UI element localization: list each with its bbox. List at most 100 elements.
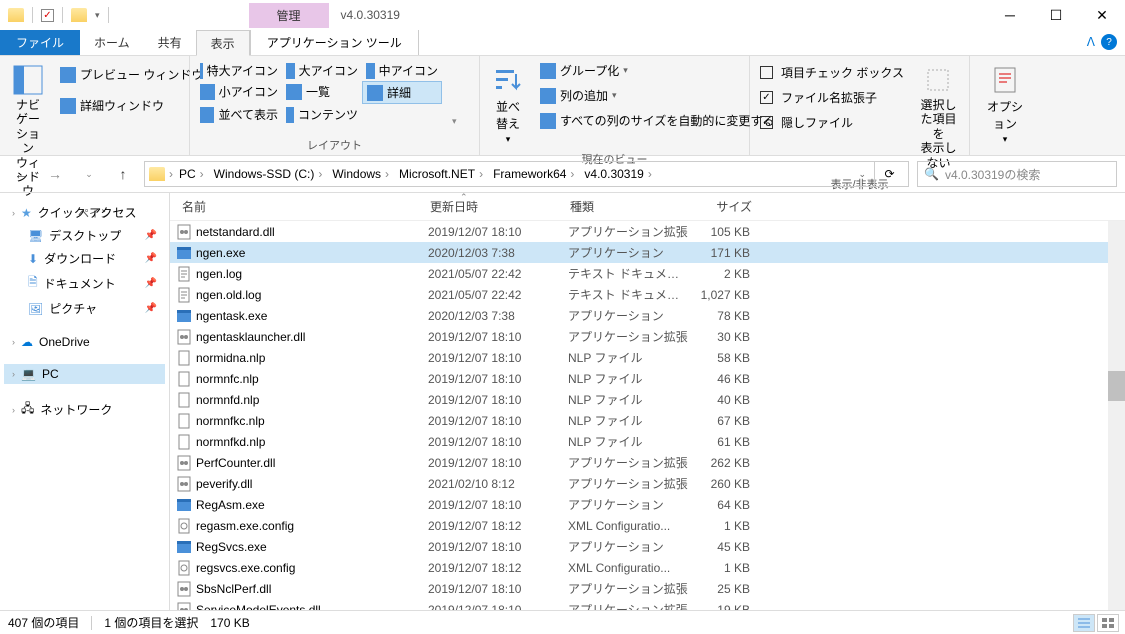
file-row[interactable]: regsvcs.exe.config2019/12/07 18:12XML Co… [170,557,1125,578]
hidden-files-toggle[interactable]: ✓隠しファイル [756,112,908,133]
tab-share[interactable]: 共有 [144,30,196,55]
breadcrumb-dropdown-icon[interactable]: ⌄ [852,169,872,180]
view-tiles[interactable]: 並べて表示 [196,104,282,125]
qat-checkbox-icon[interactable]: ✓ [41,9,54,22]
breadcrumb-item[interactable]: Framework64› [489,167,578,181]
group-by-button[interactable]: グループ化 ▾ [536,60,778,81]
breadcrumb-item[interactable]: Windows-SSD (C:)› [210,167,327,181]
breadcrumb[interactable]: › PC› Windows-SSD (C:)› Windows› Microso… [144,161,909,187]
size-columns-button[interactable]: すべての列のサイズを自動的に変更する [536,110,778,131]
sidebar-item-documents[interactable]: 🗎ドキュメント📌 [4,270,165,297]
file-size: 30 KB [688,330,758,344]
file-date: 2019/12/07 18:10 [428,540,568,554]
file-type-icon [176,518,192,534]
file-row[interactable]: normnfd.nlp2019/12/07 18:10NLP ファイル40 KB [170,389,1125,410]
search-input[interactable]: 🔍 v4.0.30319の検索 [917,161,1117,187]
file-row[interactable]: ngen.log2021/05/07 22:42テキスト ドキュメント2 KB [170,263,1125,284]
breadcrumb-item[interactable]: Microsoft.NET› [395,167,487,181]
view-s-icons[interactable]: 小アイコン [196,81,282,102]
view-content[interactable]: コンテンツ [282,104,362,125]
file-row[interactable]: RegAsm.exe2019/12/07 18:10アプリケーション64 KB [170,494,1125,515]
chevron-right-icon: › [12,369,15,379]
file-row[interactable]: netstandard.dll2019/12/07 18:10アプリケーション拡… [170,221,1125,242]
sort-indicator-icon: ⌃ [460,193,468,203]
file-name: ngentask.exe [196,309,428,323]
chevron-right-icon[interactable]: › [169,167,173,181]
close-button[interactable]: ✕ [1079,0,1125,30]
sidebar-item-pc[interactable]: ›💻PC [4,364,165,384]
file-row[interactable]: peverify.dll2021/02/10 8:12アプリケーション拡張260… [170,473,1125,494]
pictures-icon: 🖼 [28,302,43,316]
sidebar-item-network[interactable]: ›🖧ネットワーク [4,396,165,423]
view-m-icons[interactable]: 中アイコン [362,60,442,81]
view-details[interactable]: 詳細 [362,81,442,104]
file-row[interactable]: RegSvcs.exe2019/12/07 18:10アプリケーション45 KB [170,536,1125,557]
breadcrumb-item[interactable]: v4.0.30319› [580,167,655,181]
tiles-icon [200,107,214,123]
details-pane-button[interactable]: 詳細ウィンドウ [56,95,207,116]
breadcrumb-item[interactable]: Windows› [328,167,393,181]
desktop-icon: 🖥 [28,229,43,243]
nav-forward-button[interactable]: → [42,161,68,187]
preview-pane-button[interactable]: プレビュー ウィンドウ [56,64,207,85]
sort-button[interactable]: 並べ替え▾ [486,60,530,149]
file-row[interactable]: regasm.exe.config2019/12/07 18:12XML Con… [170,515,1125,536]
nav-recent-button[interactable]: ⌄ [76,161,102,187]
column-header-date[interactable]: 更新日時 [430,198,570,215]
file-size: 2 KB [688,267,758,281]
tab-file[interactable]: ファイル [0,30,80,55]
file-row[interactable]: ngentasklauncher.dll2019/12/07 18:10アプリケ… [170,326,1125,347]
nav-back-button[interactable]: ← [8,161,34,187]
pin-icon: 📌 [145,230,157,241]
hide-selected-button[interactable]: 選択した項目を 表示しない [914,60,963,174]
collapse-ribbon-icon[interactable]: ᐱ [1087,35,1095,49]
file-row[interactable]: ngen.exe2020/12/03 7:38アプリケーション171 KB [170,242,1125,263]
tab-home[interactable]: ホーム [80,30,144,55]
view-mode-icons-button[interactable] [1097,614,1119,632]
sidebar-item-onedrive[interactable]: ›☁OneDrive [4,332,165,352]
column-header-size[interactable]: サイズ [690,198,760,215]
file-row[interactable]: ngentask.exe2020/12/03 7:38アプリケーション78 KB [170,305,1125,326]
nav-up-button[interactable]: ↑ [110,161,136,187]
column-header-name[interactable]: 名前 [170,198,430,215]
tab-app-tools[interactable]: アプリケーション ツール [250,30,419,55]
file-row[interactable]: normidna.nlp2019/12/07 18:10NLP ファイル58 K… [170,347,1125,368]
file-row[interactable]: normnfc.nlp2019/12/07 18:10NLP ファイル46 KB [170,368,1125,389]
tab-view[interactable]: 表示 [196,30,250,56]
file-name: RegSvcs.exe [196,540,428,554]
icons-icon [286,63,295,79]
scrollbar-thumb[interactable] [1108,371,1125,401]
file-type-icon [176,371,192,387]
file-date: 2019/12/07 18:10 [428,393,568,407]
file-row[interactable]: ngen.old.log2021/05/07 22:42テキスト ドキュメント1… [170,284,1125,305]
column-header-type[interactable]: 種類 [570,198,690,215]
add-columns-button[interactable]: 列の追加 ▾ [536,85,778,106]
file-row[interactable]: normnfkd.nlp2019/12/07 18:10NLP ファイル61 K… [170,431,1125,452]
view-list[interactable]: 一覧 [282,81,362,102]
refresh-button[interactable]: ⟳ [874,161,904,187]
view-xl-icons[interactable]: 特大アイコン [196,60,282,81]
title-bar: ✓ ▾ 管理 v4.0.30319 ─ ☐ ✕ [0,0,1125,30]
file-row[interactable]: ServiceModelEvents.dll2019/12/07 18:10アプ… [170,599,1125,610]
help-icon[interactable]: ? [1101,34,1117,50]
maximize-button[interactable]: ☐ [1033,0,1079,30]
sidebar-item-desktop[interactable]: 🖥デスクトップ📌 [4,224,165,247]
file-name: normnfd.nlp [196,393,428,407]
file-row[interactable]: PerfCounter.dll2019/12/07 18:10アプリケーション拡… [170,452,1125,473]
scrollbar[interactable] [1108,221,1125,610]
minimize-button[interactable]: ─ [987,0,1033,30]
sidebar-item-pictures[interactable]: 🖼ピクチャ📌 [4,297,165,320]
view-mode-details-button[interactable] [1073,614,1095,632]
expand-icon[interactable]: ▾ [452,116,457,127]
file-row[interactable]: SbsNclPerf.dll2019/12/07 18:10アプリケーション拡張… [170,578,1125,599]
qat-dropdown-icon[interactable]: ▾ [95,10,100,21]
file-ext-toggle[interactable]: ✓ファイル名拡張子 [756,87,908,108]
file-row[interactable]: normnfkc.nlp2019/12/07 18:10NLP ファイル67 K… [170,410,1125,431]
folder-icon [149,167,165,181]
item-checkboxes-toggle[interactable]: 項目チェック ボックス [756,62,908,83]
breadcrumb-item[interactable]: PC› [175,167,208,181]
sidebar-item-downloads[interactable]: ⬇ダウンロード📌 [4,247,165,270]
view-l-icons[interactable]: 大アイコン [282,60,362,81]
sidebar-item-quickaccess[interactable]: ›★クイック アクセス [4,201,165,224]
options-button[interactable]: オプション▾ [976,60,1034,149]
